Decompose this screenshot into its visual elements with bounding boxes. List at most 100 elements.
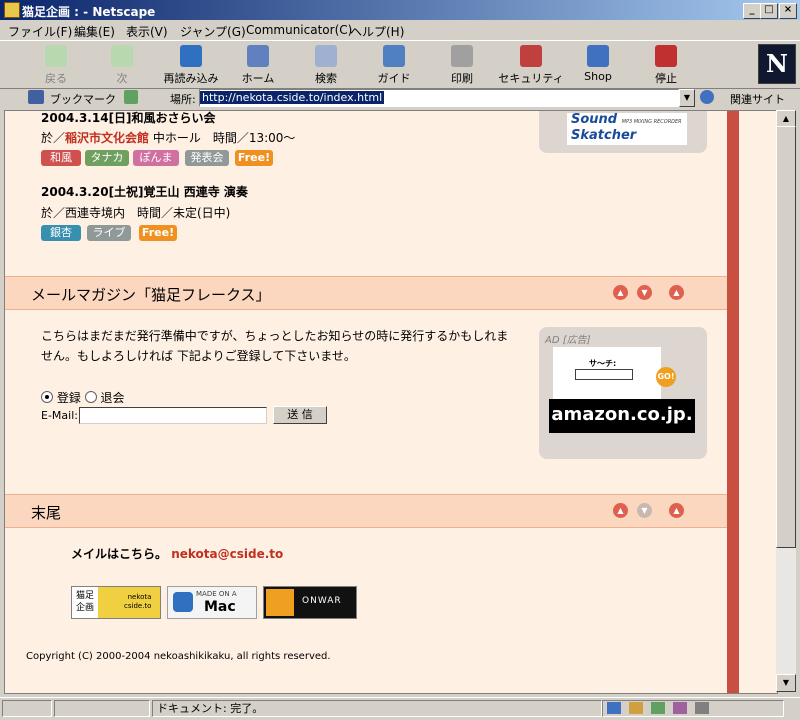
search-icon	[315, 45, 337, 67]
page-content: 2004.3.14[日]和風おさらい会 於／稲沢市文化会館 中ホール 時間／13…	[4, 110, 778, 694]
close-button[interactable]: ×	[779, 3, 797, 19]
netscape-logo[interactable]: N	[758, 44, 796, 84]
go-top-icon[interactable]: ▲	[669, 285, 684, 300]
maximize-button[interactable]: □	[760, 3, 778, 19]
bookmark-icon	[28, 90, 44, 104]
mail-icon[interactable]	[629, 702, 643, 714]
go-top-icon[interactable]: ▲	[669, 503, 684, 518]
menu-edit[interactable]: 編集(E)	[74, 23, 115, 40]
free-badge: Free!	[235, 150, 273, 166]
home-icon	[247, 45, 269, 67]
status-text: ドキュメント: 完了。	[152, 700, 602, 717]
stop-button[interactable]: 停止	[636, 43, 696, 87]
onwar-badge[interactable]: ONWAR	[263, 586, 357, 619]
printer-icon	[451, 45, 473, 67]
amazon-search-panel: サ～チ:	[553, 347, 661, 405]
address-book-icon[interactable]	[695, 702, 709, 714]
progress-field	[54, 700, 150, 717]
security-status-icon[interactable]	[2, 700, 52, 717]
page-right-margin	[739, 111, 777, 693]
amazon-ad[interactable]: AD [広告] サ～チ: GO! amazon.co.jp.	[539, 327, 707, 459]
amazon-search-label: サ～チ:	[589, 359, 617, 368]
copyright: Copyright (C) 2000-2004 nekoashikikaku, …	[26, 651, 331, 662]
newsgroup-icon[interactable]	[651, 702, 665, 714]
vertical-scrollbar[interactable]: ▲ ▼	[776, 110, 796, 692]
ad-label: AD [広告]	[545, 335, 591, 346]
venue-link[interactable]: 稲沢市文化会館	[65, 131, 149, 145]
scroll-down-icon[interactable]: ▼	[637, 285, 652, 300]
location-toolbar: ブックマーク 場所: http://nekota.cside.to/index.…	[0, 88, 800, 108]
menu-bar: ファイル(F) 編集(E) 表示(V) ジャンプ(G) Communicator…	[0, 20, 800, 39]
print-button[interactable]: 印刷	[432, 43, 492, 87]
reload-button[interactable]: 再読み込み	[158, 43, 224, 87]
subscribe-options: 登録 退会	[41, 389, 125, 406]
page-right-border	[727, 111, 739, 693]
scroll-up-icon[interactable]: ▲	[613, 285, 628, 300]
tag-badge: ライブ	[87, 225, 131, 241]
amazon-search-input[interactable]	[575, 369, 633, 380]
stop-icon	[655, 45, 677, 67]
shopping-bag-icon	[587, 45, 609, 67]
component-bar[interactable]	[602, 700, 784, 717]
menu-help[interactable]: ヘルプ(H)	[350, 23, 404, 40]
event-title: 2004.3.14[日]和風おさらい会	[41, 111, 216, 125]
navigation-toolbar: 戻る 次 再読み込み ホーム 検索 ガイド 印刷 セキュリティ Shop 停止 …	[0, 40, 800, 89]
scroll-up-icon[interactable]: ▲	[613, 503, 628, 518]
reload-icon	[180, 45, 202, 67]
apple-icon	[173, 592, 193, 612]
nekoashi-banner[interactable]: 猫足 企画 nekota cside.to	[71, 586, 161, 619]
event-venue: 於／稲沢市文化会館 中ホール 時間／13:00〜	[41, 131, 296, 145]
sound-sketcher-logo: Sound MP3 MIXING RECORDER Skatcher	[567, 113, 687, 145]
location-label: 場所:	[170, 93, 196, 106]
section-title: 末尾	[31, 504, 62, 522]
submit-button[interactable]: 送 信	[273, 406, 327, 424]
composer-icon[interactable]	[673, 702, 687, 714]
menu-file[interactable]: ファイル(F)	[8, 23, 72, 40]
url-input[interactable]: http://nekota.cside.to/index.html	[199, 89, 679, 107]
tag-badge: タナカ	[85, 150, 129, 166]
mailmag-description: こちらはまだまだ発行準備中ですが、ちょっとしたお知らせの時に発行するかもしれませ…	[41, 329, 509, 363]
minimize-button[interactable]: _	[743, 3, 761, 19]
home-button[interactable]: ホーム	[228, 43, 288, 87]
mailmag-section-header: メールマガジン「猫足フレークス」 ▲ ▼ ▲	[5, 276, 727, 310]
forward-button[interactable]: 次	[92, 43, 152, 87]
sound-sketcher-ad[interactable]: Sound MP3 MIXING RECORDER Skatcher	[539, 111, 707, 153]
menu-communicator[interactable]: Communicator(C)	[246, 23, 352, 37]
menu-go[interactable]: ジャンプ(G)	[180, 23, 246, 40]
back-arrow-icon	[45, 45, 67, 67]
status-bar: ドキュメント: 完了。	[0, 697, 800, 718]
subscribe-radio[interactable]	[41, 391, 53, 403]
email-label: E-Mail:	[41, 409, 78, 422]
section-title: メールマガジン「猫足フレークス」	[31, 286, 271, 304]
related-sites-icon	[700, 90, 714, 104]
search-button[interactable]: 検索	[296, 43, 356, 87]
bookmarks-button[interactable]: ブックマーク	[50, 91, 116, 107]
made-on-mac-badge[interactable]: MADE ON A Mac	[167, 586, 257, 619]
tag-badge: 発表会	[185, 150, 229, 166]
menu-view[interactable]: 表示(V)	[126, 23, 168, 40]
window-title: 猫足企画 : - Netscape	[22, 5, 156, 19]
related-sites-button[interactable]: 関連サイト	[730, 91, 785, 107]
email-link[interactable]: nekota@cside.to	[171, 547, 283, 561]
amazon-go-button[interactable]: GO!	[656, 367, 676, 387]
tag-badge: 銀杏	[41, 225, 81, 241]
security-button[interactable]: セキュリティ	[498, 43, 564, 87]
netscape-window-icon	[4, 2, 20, 18]
scroll-thumb[interactable]	[776, 126, 796, 548]
onwar-logo-icon	[266, 589, 294, 616]
tag-badge: 和風	[41, 150, 81, 166]
guide-icon	[383, 45, 405, 67]
event-title: 2004.3.20[土祝]覚王山 西連寺 演奏	[41, 185, 248, 199]
event-venue: 於／西連寺境内 時間／未定(日中)	[41, 206, 231, 220]
navigator-icon[interactable]	[607, 702, 621, 714]
url-dropdown-button[interactable]: ▼	[679, 89, 695, 107]
forward-arrow-icon	[111, 45, 133, 67]
page-proxy-icon[interactable]	[124, 90, 138, 104]
guide-button[interactable]: ガイド	[364, 43, 424, 87]
back-button[interactable]: 戻る	[26, 43, 86, 87]
unsubscribe-radio[interactable]	[84, 391, 97, 403]
email-input[interactable]	[79, 407, 267, 424]
shop-button[interactable]: Shop	[568, 43, 628, 87]
contact-line: メイルはこちら。 nekota@cside.to	[71, 547, 284, 561]
scroll-down-button[interactable]: ▼	[776, 674, 796, 692]
